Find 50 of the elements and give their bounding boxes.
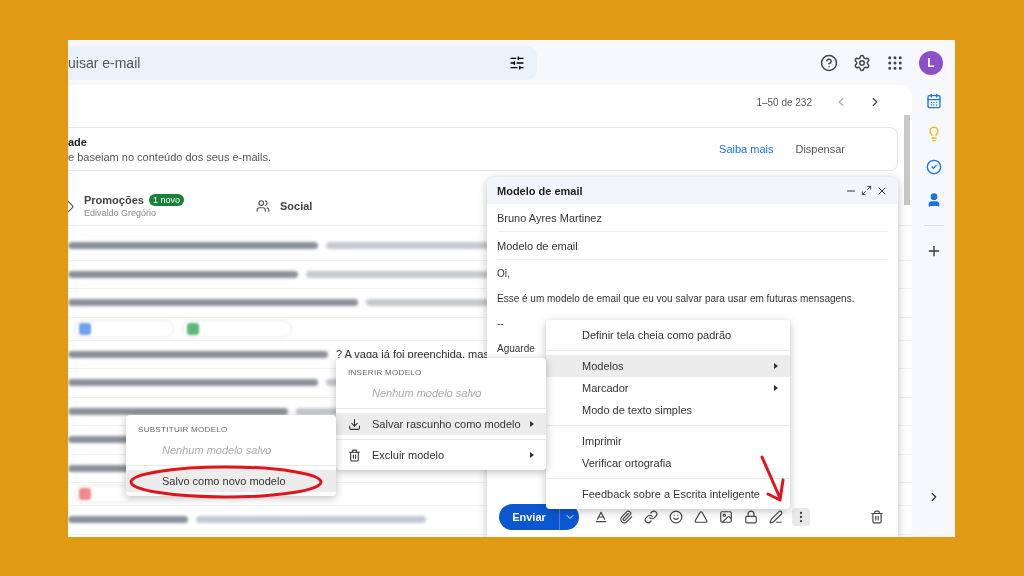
menu-item[interactable]: Modo de texto simples bbox=[546, 399, 790, 421]
message-text: Aguarde bbox=[497, 343, 536, 354]
lock-icon[interactable] bbox=[742, 508, 760, 526]
menu-item[interactable]: Definir tela cheia como padrão bbox=[546, 324, 790, 346]
people-icon bbox=[256, 199, 270, 213]
menu-item[interactable]: Modelos bbox=[546, 355, 790, 377]
banner-link[interactable]: Dispensar bbox=[795, 143, 845, 155]
check-circle-icon[interactable] bbox=[925, 159, 942, 175]
menu-section-title: SUBSTITUIR MODELO bbox=[137, 423, 229, 436]
image-icon[interactable] bbox=[717, 508, 735, 526]
account-avatar[interactable]: L bbox=[919, 50, 943, 75]
annotation-arrow bbox=[758, 454, 786, 504]
message-text: Esse é um modelo de email que eu vou salvar para usar em futuras mensagens. bbox=[497, 293, 856, 304]
recipient-field[interactable]: Bruno Ayres Martinez bbox=[497, 204, 888, 232]
menu-item[interactable]: Feedback sobre a Escrita inteligente bbox=[546, 483, 790, 505]
filter-icon[interactable] bbox=[509, 54, 525, 71]
pen-icon[interactable] bbox=[767, 508, 785, 526]
menu-item[interactable]: Salvar rascunho como modelo bbox=[336, 413, 546, 435]
message-text: -- bbox=[497, 318, 505, 329]
menu-empty-text: Nenhum modelo salvo bbox=[161, 443, 273, 458]
scrollbar-thumb[interactable] bbox=[904, 115, 910, 205]
trash-icon[interactable] bbox=[868, 508, 886, 526]
attach-icon[interactable] bbox=[617, 508, 635, 526]
link-icon[interactable] bbox=[642, 508, 660, 526]
menu-item[interactable]: Excluir modelo bbox=[336, 444, 546, 466]
sender-name: Edivaldo Gregório bbox=[84, 208, 158, 218]
calendar-icon[interactable] bbox=[925, 93, 942, 109]
save-icon bbox=[347, 417, 361, 431]
category-tab[interactable]: Promoções 1 novo Edivaldo Gregório bbox=[68, 194, 256, 218]
subject-field[interactable]: Modelo de email bbox=[497, 232, 888, 260]
banner-text: e baseiam no conteúdo dos seus e-mails. bbox=[68, 150, 271, 163]
pagination-text: 1–50 de 232 bbox=[756, 96, 812, 108]
expand-icon[interactable] bbox=[861, 184, 872, 197]
menu-item[interactable]: Marcador bbox=[546, 377, 790, 399]
menu-section-title: INSERIR MODELO bbox=[347, 366, 423, 379]
send-button[interactable]: Enviar bbox=[499, 504, 559, 530]
new-count-badge: 1 novo bbox=[148, 194, 184, 206]
category-tab[interactable]: Social bbox=[256, 199, 456, 213]
menu-item[interactable]: Imprimir bbox=[546, 430, 790, 452]
banner-title: ade bbox=[68, 135, 88, 148]
triangle-icon[interactable] bbox=[692, 508, 710, 526]
more-options-icon[interactable] bbox=[792, 508, 810, 526]
menu-item[interactable]: Verificar ortografia bbox=[546, 452, 790, 474]
menu-empty-text: Nenhum modelo salvo bbox=[371, 386, 483, 401]
message-text: Oi, bbox=[497, 268, 511, 279]
emoji-icon[interactable] bbox=[667, 508, 685, 526]
trash-icon bbox=[347, 448, 361, 462]
compose-title: Modelo de email bbox=[497, 184, 583, 197]
menu-item[interactable]: Salvo como novo modelo bbox=[126, 470, 336, 492]
banner-link[interactable]: Saiba mais bbox=[719, 143, 774, 155]
